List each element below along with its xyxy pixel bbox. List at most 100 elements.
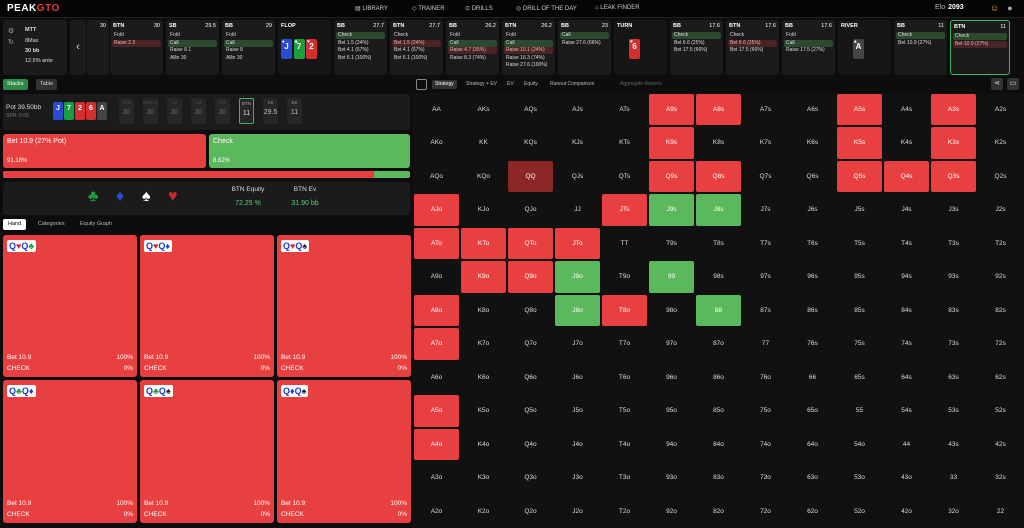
action-column-13[interactable]: BB 17.6 Fold Call Raise 17.5 (27%) [782, 20, 835, 75]
range-cell[interactable]: T2s [978, 228, 1023, 259]
nav-drill-of-the-day[interactable]: ◎ DRILL OF THE DAY [516, 5, 577, 12]
range-cell[interactable]: 42o [884, 496, 929, 527]
action-column-8[interactable]: BTN 26.2 Fold Call Raise 10.1 (24%) Raise 16.… [502, 20, 555, 75]
logo[interactable]: PEAKGTO [7, 3, 60, 14]
combo-card[interactable]: Q♥Q♦ Bet 10.9 100% CHECK 0% [140, 235, 274, 377]
range-cell[interactable]: A6s [790, 94, 835, 125]
range-cell[interactable]: J7s [743, 194, 788, 225]
range-cell[interactable]: A3o [414, 462, 459, 493]
range-cell[interactable]: 85s [837, 295, 882, 326]
range-cell[interactable]: QJo [508, 194, 553, 225]
range-cell[interactable]: 85o [696, 395, 741, 426]
range-cell[interactable]: J8s [696, 194, 741, 226]
range-cell[interactable]: JTs [602, 194, 647, 226]
range-cell[interactable]: KTs [602, 127, 647, 158]
range-cell[interactable]: K6o [461, 362, 506, 393]
range-cell[interactable]: Q2s [978, 161, 1023, 192]
action-option[interactable]: Bet 10.9 (27%) [953, 40, 1007, 48]
range-cell[interactable]: 93s [931, 261, 976, 292]
range-cell[interactable]: K2s [978, 127, 1023, 158]
range-cell[interactable]: 98s [696, 261, 741, 292]
action-option[interactable]: Raise 8.1 [168, 47, 217, 54]
range-cell[interactable]: T5s [837, 228, 882, 259]
range-cell[interactable]: K7o [461, 328, 506, 359]
check-action-box[interactable]: Check 8.82% [209, 134, 410, 168]
range-cell[interactable]: Q2o [508, 496, 553, 527]
action-option[interactable]: Allin 30 [224, 55, 273, 62]
range-cell[interactable]: 64s [884, 362, 929, 393]
range-cell[interactable]: 53o [837, 462, 882, 493]
action-option[interactable]: Bet 6.6 (25%) [672, 40, 721, 47]
action-column-14[interactable]: RIVER ♠ A [838, 20, 891, 75]
combo-card[interactable]: Q♦Q♠ Bet 10.9 100% CHECK 0% [277, 380, 411, 523]
range-cell[interactable]: 86s [790, 295, 835, 326]
combo-card[interactable]: Q♥Q♣ Bet 10.9 100% CHECK 0% [3, 235, 137, 377]
range-cell[interactable]: A7s [743, 94, 788, 125]
settings-icon[interactable]: ⚙ [8, 27, 14, 35]
range-cell[interactable]: 96s [790, 261, 835, 292]
range-cell[interactable]: T8s [696, 228, 741, 259]
action-option[interactable]: Bet 6.1 (100%) [392, 55, 441, 62]
action-column-9[interactable]: BB 23 Call Raise 27.6 (66%) [558, 20, 611, 75]
range-cell[interactable]: Q4s [884, 160, 929, 193]
stacks-button[interactable]: Stacks [3, 79, 28, 90]
range-cell[interactable]: A4o [414, 428, 459, 461]
range-cell[interactable]: 86o [696, 362, 741, 393]
range-cell[interactable]: QTo [508, 227, 553, 260]
range-cell[interactable]: J5s [837, 194, 882, 225]
action-option[interactable]: Fold [224, 32, 273, 39]
tab-categories[interactable]: Categories [33, 219, 70, 230]
range-cell[interactable]: A9s [649, 94, 694, 126]
range-cell[interactable]: 82s [978, 295, 1023, 326]
range-cell[interactable]: A5o [414, 395, 459, 427]
range-cell[interactable]: 73s [931, 328, 976, 359]
range-cell[interactable]: J7o [555, 328, 600, 359]
diamonds-filter-icon[interactable]: ♦ [116, 188, 124, 206]
action-option[interactable]: Call [224, 39, 273, 47]
range-cell[interactable]: J9o [555, 261, 600, 293]
range-cell[interactable]: Q8s [696, 160, 741, 193]
action-option[interactable]: Bet 17.5 (66%) [672, 47, 721, 54]
back-arrow-icon[interactable]: ‹ [70, 20, 86, 75]
range-cell[interactable]: 82o [696, 496, 741, 527]
range-cell[interactable]: AKs [461, 94, 506, 125]
range-cell[interactable]: Q3s [931, 160, 976, 193]
range-cell[interactable]: 32o [931, 496, 976, 527]
range-cell[interactable]: AJs [555, 94, 600, 125]
range-cell[interactable]: 95s [837, 261, 882, 292]
range-cell[interactable]: 32s [978, 462, 1023, 493]
action-option[interactable]: Raise 2.3 [112, 39, 161, 47]
range-cell[interactable]: A4s [884, 94, 929, 125]
action-option[interactable]: Fold [448, 32, 497, 39]
range-cell[interactable]: 22 [978, 496, 1023, 527]
range-cell[interactable]: K3o [461, 462, 506, 493]
range-cell[interactable]: T5o [602, 395, 647, 426]
range-cell[interactable]: 54o [837, 429, 882, 460]
action-column-1[interactable]: BTN 30 Fold Raise 2.3 [110, 20, 163, 75]
action-option[interactable]: Check [896, 32, 945, 39]
action-option[interactable]: Raise 16.3 (74%) [504, 55, 553, 62]
action-option[interactable]: Check [953, 33, 1007, 40]
range-cell[interactable]: 95o [649, 395, 694, 426]
range-cell[interactable]: 99 [649, 261, 694, 293]
range-cell[interactable]: JTo [555, 227, 600, 260]
range-cell[interactable]: 72o [743, 496, 788, 527]
range-cell[interactable]: 53s [931, 395, 976, 426]
range-cell[interactable]: K8o [461, 295, 506, 326]
range-cell[interactable]: 66 [790, 362, 835, 393]
range-cell[interactable]: 43s [931, 429, 976, 460]
combo-card[interactable]: Q♣Q♦ Bet 10.9 100% CHECK 0% [3, 380, 137, 523]
range-cell[interactable]: 83o [696, 462, 741, 493]
range-cell[interactable]: T4s [884, 228, 929, 259]
action-option[interactable]: Call [560, 32, 609, 39]
range-cell[interactable]: A8s [696, 94, 741, 126]
range-cell[interactable]: Q7o [508, 328, 553, 359]
action-option[interactable]: Fold [112, 32, 161, 39]
action-column-11[interactable]: BB 17.6 Check Bet 6.6 (25%) Bet 17.5 (66%) [670, 20, 723, 75]
range-cell[interactable]: 92s [978, 261, 1023, 292]
action-option[interactable]: Bet 4.1 (67%) [392, 47, 441, 54]
range-cell[interactable]: 87s [743, 295, 788, 326]
action-option[interactable]: Check [392, 32, 441, 39]
spades-filter-icon[interactable]: ♠ [142, 188, 151, 206]
range-cell[interactable]: 87o [696, 328, 741, 359]
